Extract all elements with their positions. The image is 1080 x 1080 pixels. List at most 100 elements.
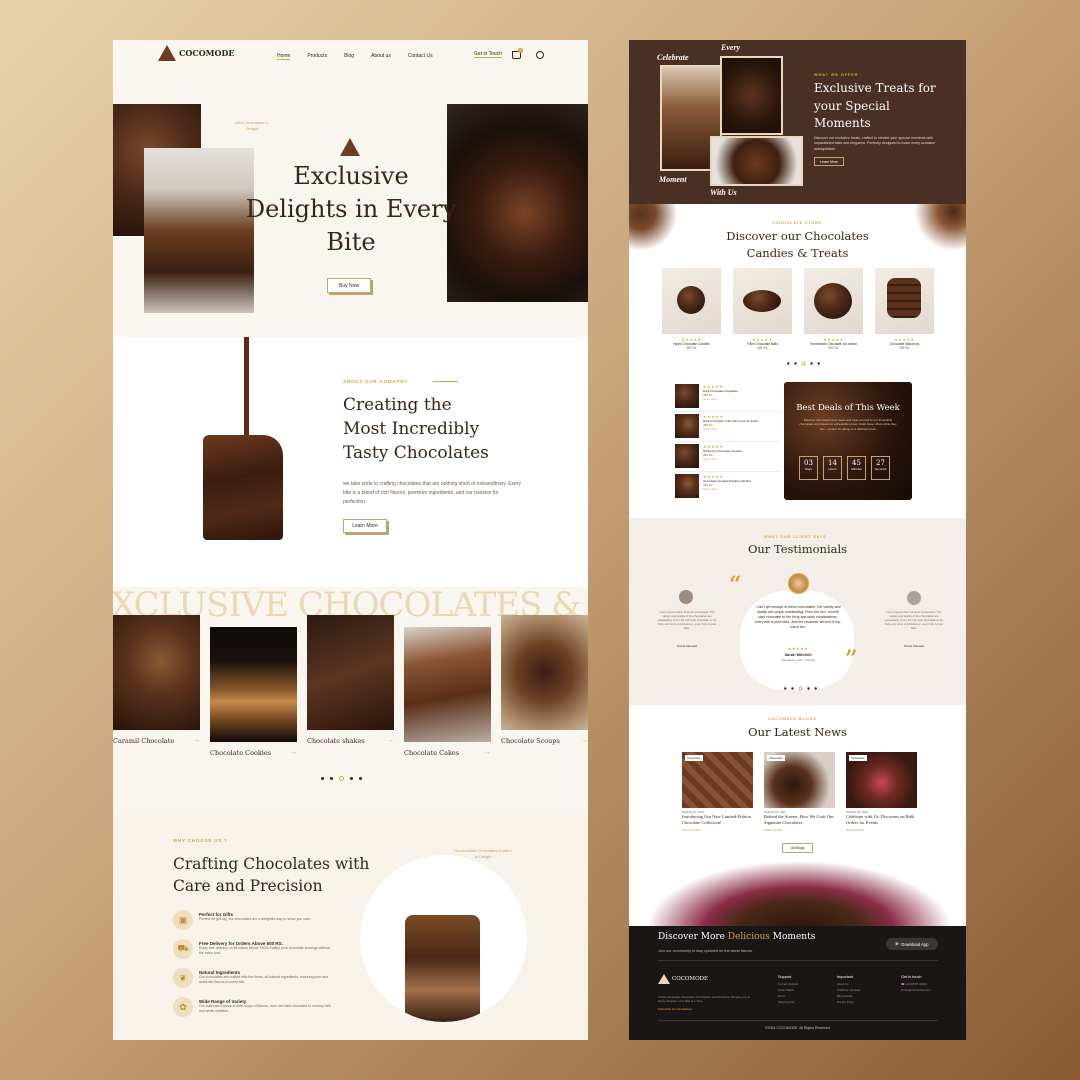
arrow-right-icon[interactable]: → [387, 737, 394, 745]
nav-products[interactable]: Products [307, 53, 327, 60]
carousel-dot[interactable] [350, 777, 353, 780]
feature-text: Our chocolates are crafted with the fine… [199, 975, 329, 984]
testimonial-quote: I can't get enough of these chocolates! … [754, 605, 842, 629]
product-image [733, 268, 792, 334]
deals-list: ★★★★★ Dark Chocolate Cupcakes 389 Rs. Shop … [675, 382, 779, 502]
logo-text: COCOMODE [672, 976, 708, 982]
countdown: 03 Days 14 Hours 45 Minutes 27 Seconds [799, 456, 890, 480]
product-card[interactable]: ★★★★★ Chocolate Macarons 399 Rs. [875, 268, 934, 350]
play-store-icon: ▶ [895, 941, 900, 947]
about-title: Creating the Most Incredibly Tasty Choco… [343, 393, 489, 465]
read-more-link[interactable]: READ MORE [682, 828, 753, 832]
nav-contact[interactable]: Contact Us [408, 53, 433, 60]
carousel-dot[interactable] [794, 362, 797, 365]
carousel-dot[interactable] [791, 687, 794, 690]
footer-bottom-divider [658, 1020, 938, 1021]
treats-learn-more-button[interactable]: Learn More [814, 157, 844, 166]
footer-about: Crafting Exquisite Chocolates with Passi… [658, 995, 751, 1003]
category-card[interactable]: Chocolate Cakes → [404, 627, 491, 757]
side-testimonial-text: Lorem ipsum dolor sit amet consectetur. … [884, 610, 944, 630]
shop-now-link[interactable]: Shop Now [703, 487, 751, 491]
carousel-dot-active[interactable] [798, 686, 803, 691]
news-card[interactable]: Chocolate MARCH 12, 2024 Introducing Our… [682, 752, 753, 832]
news-card[interactable]: Chocolate MARCH 22, 2024 Behind the Scen… [764, 752, 835, 832]
nav-home[interactable]: Home [277, 53, 291, 60]
arrow-right-icon[interactable]: → [193, 737, 200, 745]
arrow-right-icon[interactable]: → [290, 749, 297, 757]
footer-contact-item[interactable]: ✉ info@cocomode.com [901, 987, 930, 993]
shop-now-link[interactable]: Shop Now [703, 457, 742, 461]
carousel-dot[interactable] [810, 362, 813, 365]
deals-text: Discover this week's best deals and trea… [799, 418, 897, 431]
carousel-dot[interactable] [784, 687, 787, 690]
countdown-unit: Seconds [874, 467, 887, 471]
arrow-right-icon[interactable]: → [581, 737, 588, 745]
deal-image [675, 384, 699, 408]
footer-link[interactable]: Privacy Policy [837, 999, 860, 1005]
deal-item[interactable]: ★★★★★ Dark Chocolate Tube with Coconut Sw… [675, 412, 779, 442]
category-name: Chocolate shakes [307, 737, 365, 745]
about-text: we take pride in crafting chocolates tha… [343, 481, 522, 505]
carousel-dot[interactable] [817, 362, 820, 365]
testimonial-dots [782, 686, 820, 691]
avatar-side-left [679, 590, 693, 604]
testimonials-label: WHAT OUR CLIENT SAYS [764, 535, 827, 539]
category-card[interactable]: Chocolate shakes → [307, 615, 394, 745]
logo-text: COCOMODE [179, 48, 235, 58]
category-name: Chocolate Cakes [404, 749, 460, 757]
deal-item[interactable]: ★★★★★ Wrapping Chocolate Candies 389 Rs. Sh… [675, 442, 779, 472]
news-card[interactable]: Chocolate MARCH 28, 2024 Celebrate with … [846, 752, 917, 832]
deal-item[interactable]: ★★★★★ Chocolate Custard Pudding Gift Box 4… [675, 472, 779, 502]
about-label: ABOUT OUR COMAPNY [343, 379, 409, 384]
category-card[interactable]: Chocolate Scoups → [501, 615, 588, 745]
read-more-link[interactable]: READ MORE [764, 828, 835, 832]
treat-image-icecream [720, 56, 783, 135]
feature-item: ▣ Perfect for Gifts Perfect for gift-ing,… [173, 910, 333, 939]
rating-stars: ★★★★★ [787, 646, 809, 651]
nav-about[interactable]: About us [371, 53, 391, 60]
logo[interactable]: COCOMODE [158, 45, 235, 61]
product-card[interactable]: ★★★★★ Filled Chocolate Balls 489 Rs. [733, 268, 792, 350]
product-card[interactable]: ★★★★★ Homemade Chocolate Ice-cream 599 R… [804, 268, 863, 350]
shop-now-link[interactable]: Shop Now [703, 427, 758, 431]
category-carousel: Caramil Chocolate → Chocolate Cookies → Ch… [113, 615, 588, 765]
footer-col-title: Support [778, 975, 792, 979]
category-card[interactable]: Caramil Chocolate → [113, 615, 200, 745]
search-icon[interactable] [536, 51, 544, 59]
shop-now-link[interactable]: Shop Now [703, 397, 738, 401]
countdown-value: 27 [876, 459, 885, 467]
countdown-box: 45 Minutes [847, 456, 866, 480]
carousel-dot[interactable] [787, 362, 790, 365]
feature-item: ⛟ Free Delivery for Orders Above 500 RS.… [173, 939, 333, 968]
carousel-dot[interactable] [359, 777, 362, 780]
footer-link[interactable]: Shipping Info [778, 999, 798, 1005]
header: COCOMODE Home Products Blog About us Con… [113, 40, 588, 72]
news-image: Chocolate [846, 752, 917, 808]
product-card[interactable]: ★★★★★ Hydro Chocolate Candies 390 Rs. [662, 268, 721, 350]
category-card[interactable]: Chocolate Cookies → [210, 627, 297, 757]
carousel-dot[interactable] [807, 687, 810, 690]
subscribe-link[interactable]: Subscribe for Newsletters [658, 1007, 692, 1011]
deal-item[interactable]: ★★★★★ Dark Chocolate Cupcakes 389 Rs. Shop … [675, 382, 779, 412]
why-title-line: Crafting Chocolates with [173, 855, 370, 873]
product-image [875, 268, 934, 334]
download-app-button[interactable]: ▶ Download App [886, 938, 938, 950]
store-carousel-dots [785, 361, 823, 366]
carousel-dot-active[interactable] [339, 776, 344, 781]
testimonials-title: Our Testimonials [747, 542, 848, 556]
learn-more-button[interactable]: Learn More [343, 519, 387, 533]
footer-email: info@cocomode.com [904, 988, 931, 992]
read-more-link[interactable]: READ MORE [846, 828, 917, 832]
footer-logo[interactable]: COCOMODE [658, 974, 708, 984]
arrow-right-icon[interactable]: → [484, 749, 491, 757]
carousel-dot[interactable] [330, 777, 333, 780]
get-in-touch-button[interactable]: Get in Touch [474, 51, 502, 58]
gift-icon: ▣ [173, 910, 193, 930]
about-title-line: Creating the [343, 395, 452, 415]
carousel-dot[interactable] [814, 687, 817, 690]
nav-blog[interactable]: Blog [344, 53, 354, 60]
all-blogs-button[interactable]: All Blogs [782, 843, 813, 853]
buy-now-button[interactable]: Buy Now [327, 278, 371, 293]
carousel-dot-active[interactable] [801, 361, 806, 366]
carousel-dot[interactable] [321, 777, 324, 780]
